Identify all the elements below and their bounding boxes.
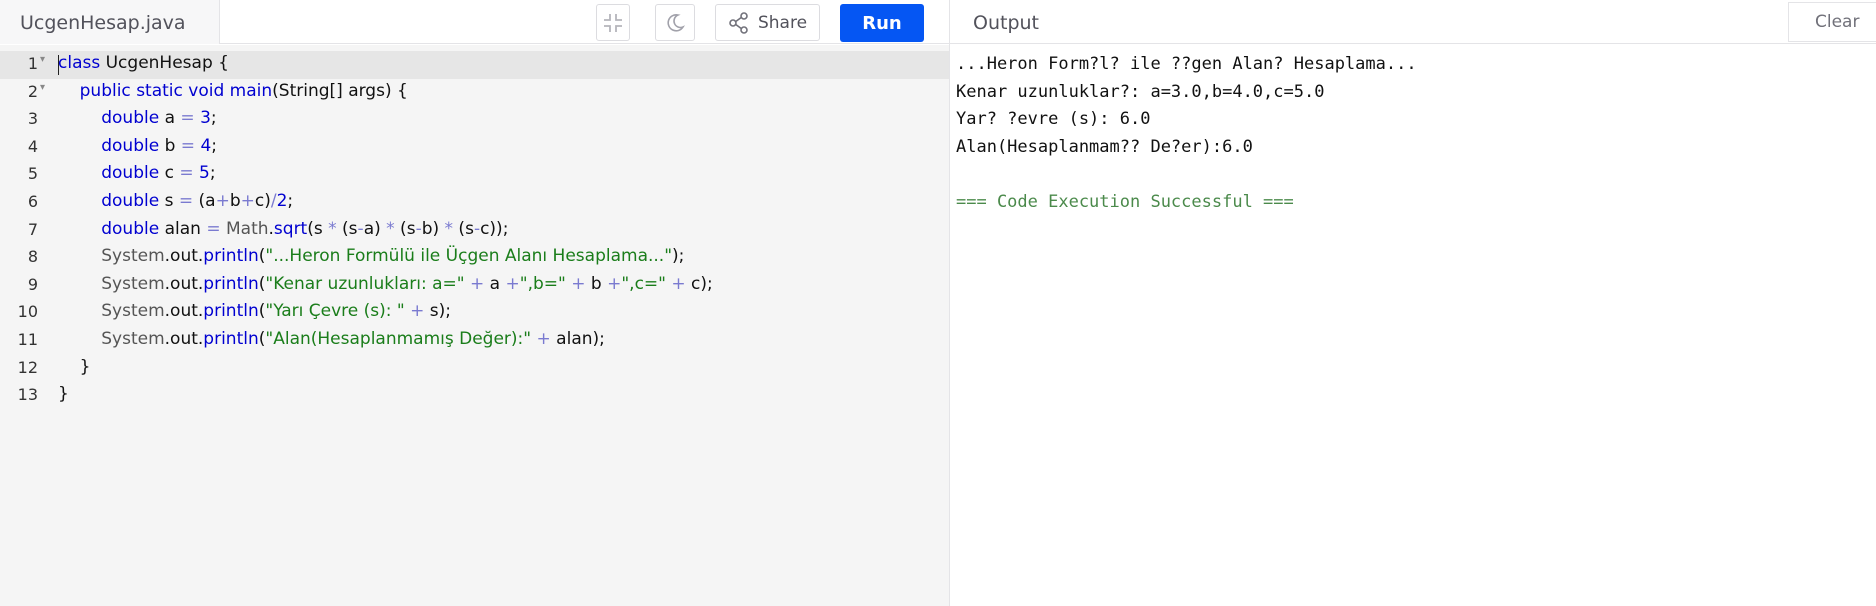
code-line[interactable]: 9 System.out.println("Kenar uzunlukları:… [0, 272, 949, 300]
code-line[interactable]: 8 System.out.println("...Heron Formülü i… [0, 244, 949, 272]
line-number: 13 [17, 385, 38, 405]
execution-status: === Code Execution Successful === [956, 192, 1294, 212]
file-name: UcgenHesap.java [20, 12, 186, 34]
line-number: 8 [27, 247, 38, 267]
line-number: 7 [27, 219, 38, 239]
line-number: 9 [27, 274, 38, 294]
theme-toggle-button[interactable] [655, 4, 695, 41]
output-line: Yar? ?evre (s): 6.0 [956, 109, 1151, 130]
code-line[interactable]: 6 double s = (a+b+c)/2; [0, 189, 949, 217]
share-button[interactable]: Share [715, 4, 820, 41]
minimize-icon [604, 13, 622, 32]
code-text: double s = (a+b+c)/2; [101, 191, 294, 211]
line-number: 10 [17, 302, 38, 322]
code-line[interactable]: 4 double b = 4; [0, 134, 949, 162]
code-text: public static void main(String[] args) { [79, 80, 408, 101]
fold-arrow-icon[interactable]: ▾ [40, 54, 45, 65]
code-text: System.out.println("...Heron Formülü ile… [101, 246, 685, 267]
code-text: class UcgenHesap { [58, 53, 229, 73]
code-line[interactable]: 5 double c = 5; [0, 161, 949, 189]
code-line[interactable]: 10 System.out.println("Yarı Çevre (s): "… [0, 299, 949, 327]
code-line[interactable]: 13 } [0, 382, 949, 410]
run-button[interactable]: Run [840, 4, 924, 42]
output-line: Kenar uzunluklar?: a=3.0,b=4.0,c=5.0 [956, 81, 1325, 102]
code-text: } [58, 384, 69, 405]
output-line: ...Heron Form?l? ile ??gen Alan? Hesapla… [956, 54, 1417, 74]
output-panel[interactable]: ...Heron Form?l? ile ??gen Alan? Hesapla… [950, 45, 1876, 606]
line-number: 2 [27, 81, 38, 101]
code-text: System.out.println("Alan(Hesaplanmamış D… [101, 329, 605, 349]
line-number: 11 [17, 330, 38, 349]
line-number: 6 [27, 192, 38, 211]
code-line[interactable]: 3 double a = 3; [0, 106, 949, 134]
code-line[interactable]: 2 ▾ public static void main(String[] arg… [0, 79, 949, 107]
code-line[interactable]: 12 } [0, 355, 949, 383]
line-number: 5 [27, 164, 38, 184]
code-text: System.out.println("Kenar uzunlukları: a… [101, 273, 713, 294]
code-editor[interactable]: 1 ▾ class UcgenHesap { 2 ▾ public static… [0, 45, 949, 606]
code-text: System.out.println("Yarı Çevre (s): " + … [101, 301, 452, 322]
line-number: 12 [17, 357, 38, 377]
code-text: double b = 4; [101, 135, 218, 156]
line-number: 1 [27, 54, 38, 73]
output-title: Output [973, 12, 1039, 34]
code-line[interactable]: 7 double alan = Math.sqrt(s * (s-a) * (s… [0, 217, 949, 245]
line-number: 4 [27, 136, 38, 156]
fullscreen-exit-button[interactable] [596, 4, 630, 41]
code-line[interactable]: 1 ▾ class UcgenHesap { [0, 51, 949, 79]
code-line[interactable]: 11 System.out.println("Alan(Hesaplanmamı… [0, 327, 949, 355]
clear-button[interactable]: Clear [1788, 2, 1876, 42]
share-label: Share [757, 12, 808, 33]
top-bar: UcgenHesap.java Share Run Output Clear [0, 0, 1876, 44]
share-icon [729, 11, 748, 34]
code-text: } [58, 356, 91, 377]
code-text: double c = 5; [101, 163, 216, 184]
line-number: 3 [27, 109, 38, 129]
code-text: double alan = Math.sqrt(s * (s-a) * (s-b… [101, 218, 509, 239]
fold-arrow-icon[interactable]: ▾ [40, 82, 45, 93]
code-text: double a = 3; [101, 108, 217, 129]
moon-icon [667, 13, 685, 32]
file-tab[interactable]: UcgenHesap.java [0, 0, 220, 44]
output-line: Alan(Hesaplanmam?? De?er):6.0 [956, 136, 1253, 157]
